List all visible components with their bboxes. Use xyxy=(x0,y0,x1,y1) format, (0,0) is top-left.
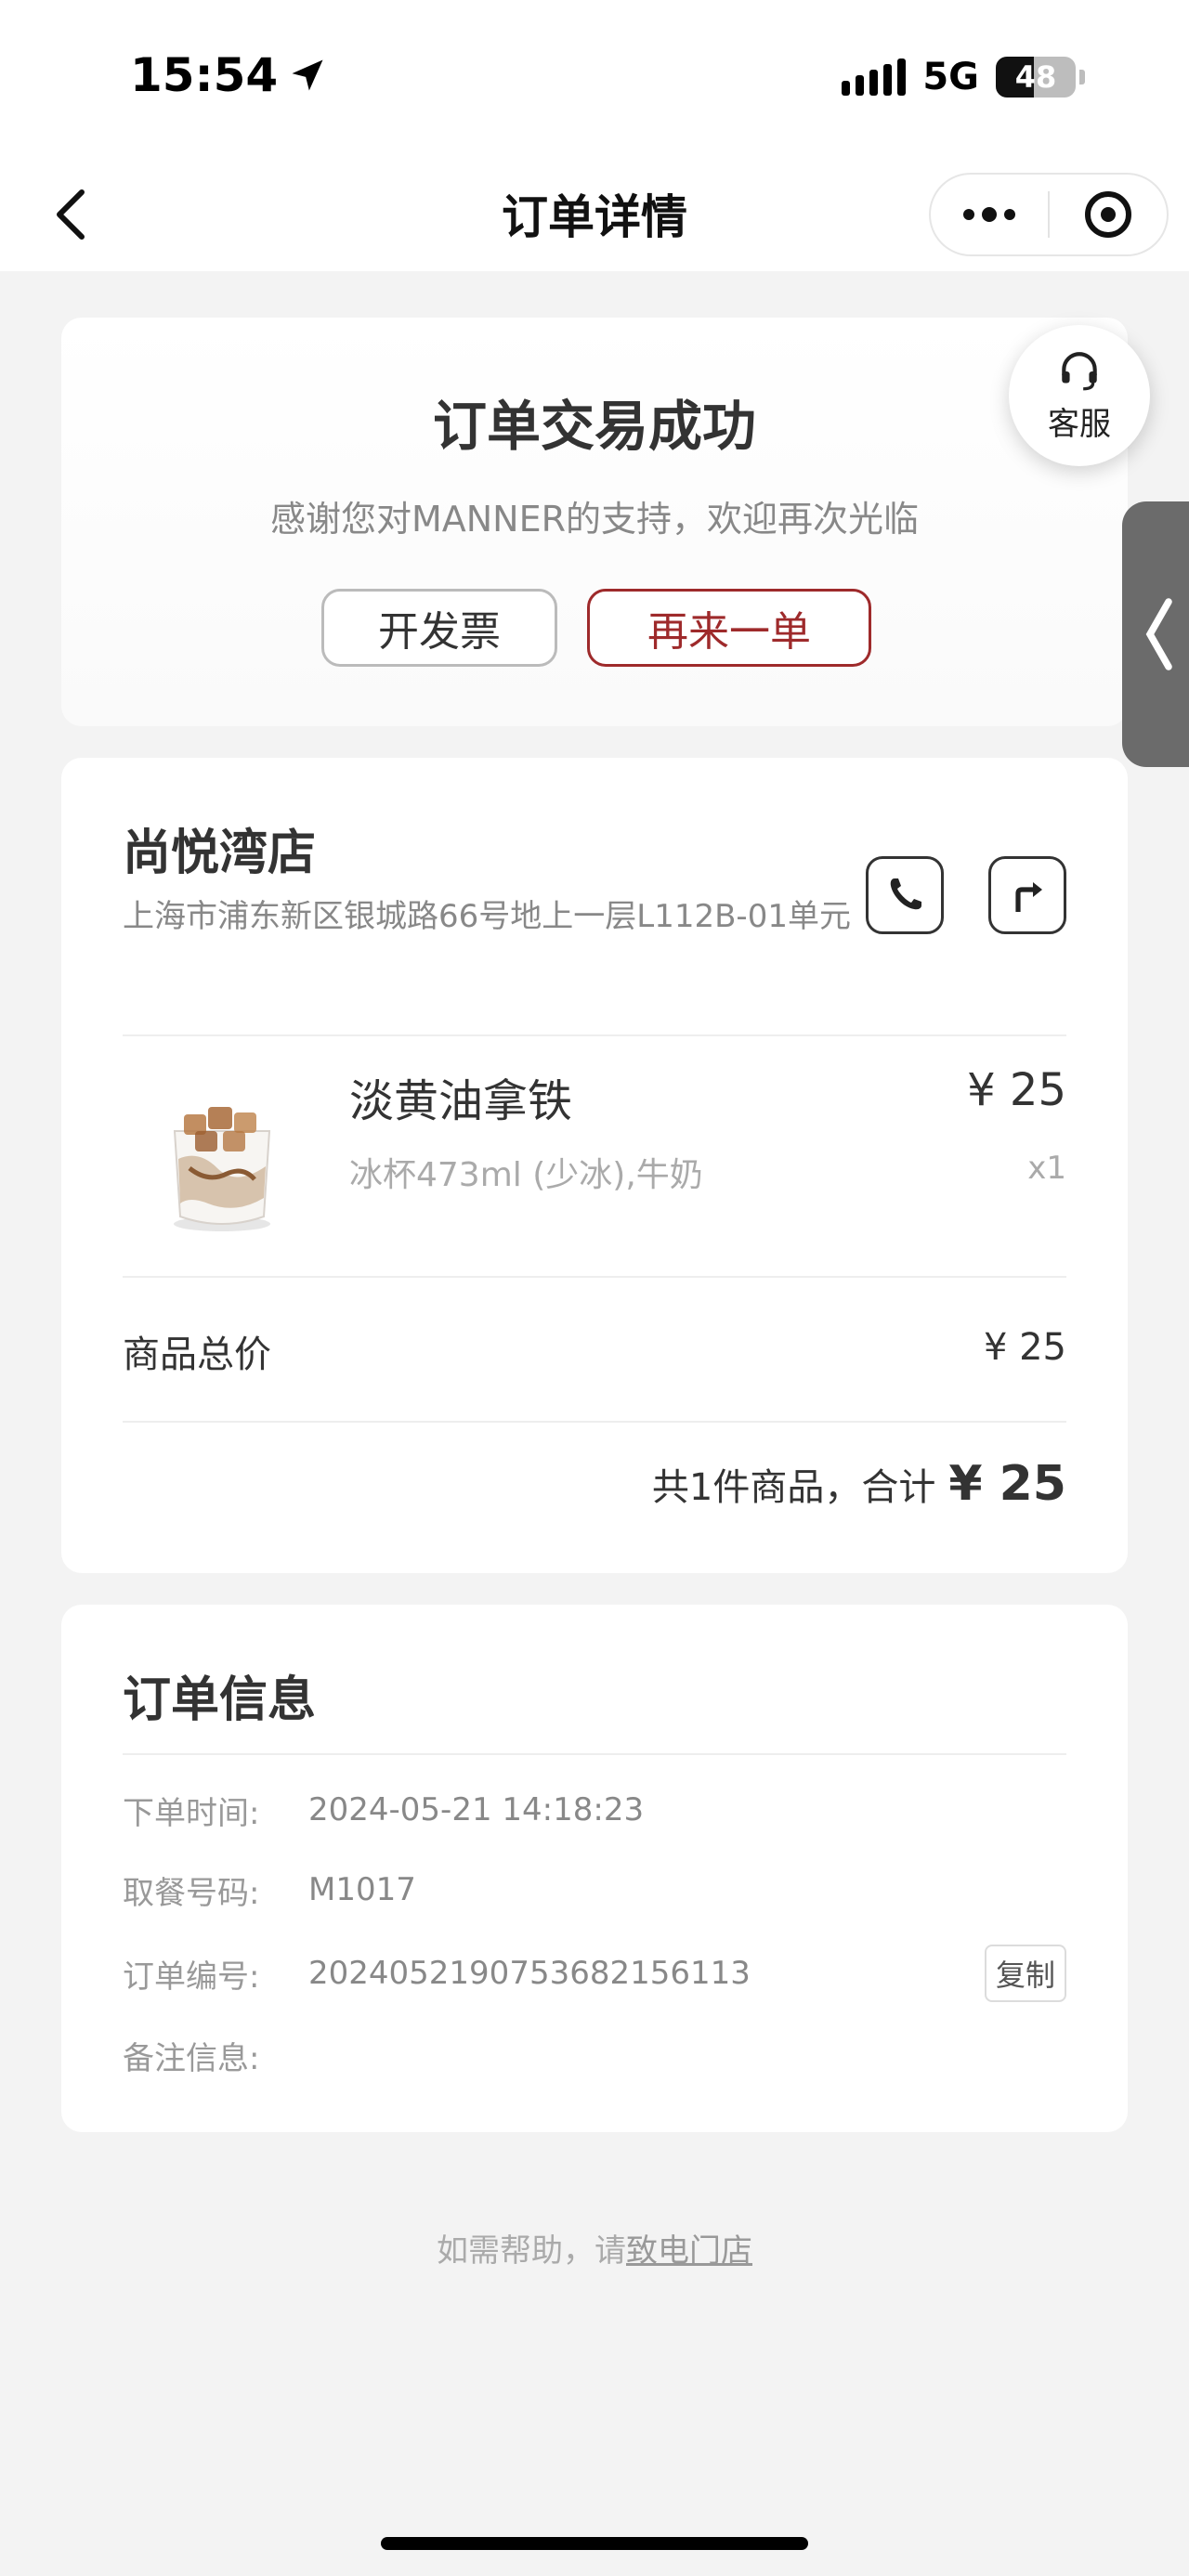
total-row: 共1件商品，合计 ¥ 25 xyxy=(652,1456,1066,1512)
product-price: ¥ 25 xyxy=(967,1064,1066,1116)
divider xyxy=(123,1034,1066,1036)
product-quantity: x1 xyxy=(1027,1150,1066,1187)
chevron-left-icon xyxy=(1145,598,1172,670)
info-row-order-number: 订单编号: 2024052190753682156113 复制 xyxy=(123,1941,1066,2006)
mini-program-capsule xyxy=(929,173,1169,256)
total-text: 共1件商品，合计 xyxy=(651,1466,936,1509)
store-address: 上海市浦东新区银城路66号地上一层L112B-01单元 xyxy=(123,898,851,935)
invoice-button[interactable]: 开发票 xyxy=(321,589,557,667)
store-name: 尚悦湾店 xyxy=(123,826,317,881)
reorder-button[interactable]: 再来一单 xyxy=(587,589,871,667)
customer-service-button[interactable]: 客服 xyxy=(1009,325,1150,466)
info-value: M1017 xyxy=(308,1871,416,1908)
subtotal-label: 商品总价 xyxy=(123,1334,271,1376)
divider xyxy=(123,1753,1066,1755)
copy-button[interactable]: 复制 xyxy=(984,1945,1066,2002)
location-arrow-icon xyxy=(292,59,323,91)
call-store-button[interactable] xyxy=(866,856,944,934)
directions-icon xyxy=(1015,882,1042,912)
info-value: 2024-05-21 14:18:23 xyxy=(308,1791,645,1828)
battery-tip xyxy=(1079,70,1085,85)
order-info-title: 订单信息 xyxy=(123,1672,317,1728)
order-card: 尚悦湾店 上海市浦东新区银城路66号地上一层L112B-01单元 淡黄油拿铁 冰… xyxy=(61,758,1128,1573)
help-row: 如需帮助，请致电门店 xyxy=(0,2225,1189,2270)
order-status-card: 订单交易成功 感谢您对MANNER的支持，欢迎再次光临 开发票 再来一单 xyxy=(61,318,1128,726)
info-row-pickup-number: 取餐号码: M1017 xyxy=(123,1857,1066,1922)
status-time: 15:54 xyxy=(130,48,328,102)
status-time-text: 15:54 xyxy=(130,48,279,102)
phone-icon xyxy=(890,878,921,910)
status-indicators: 5G 48 xyxy=(842,56,1085,98)
help-prefix: 如需帮助，请 xyxy=(437,2232,626,2270)
nav-bar: 订单详情 xyxy=(0,158,1189,271)
product-spec: 冰杯473ml (少冰),牛奶 xyxy=(349,1156,703,1194)
side-drawer-handle[interactable] xyxy=(1122,501,1189,767)
info-row-order-time: 下单时间: 2024-05-21 14:18:23 xyxy=(123,1777,1066,1842)
more-dots-icon xyxy=(963,207,1015,222)
customer-service-label: 客服 xyxy=(1048,405,1111,443)
info-label: 订单编号: xyxy=(123,1958,260,1996)
product-name: 淡黄油拿铁 xyxy=(349,1075,573,1127)
close-mini-program-button[interactable] xyxy=(1050,175,1167,254)
info-value: 2024052190753682156113 xyxy=(308,1955,751,1992)
more-button[interactable] xyxy=(931,175,1048,254)
info-label: 取餐号码: xyxy=(123,1874,260,1912)
total-value: ¥ 25 xyxy=(948,1456,1066,1512)
home-indicator[interactable] xyxy=(381,2537,808,2550)
status-bar: 15:54 5G 48 xyxy=(0,0,1189,158)
signal-icon xyxy=(842,59,907,96)
info-label: 备注信息: xyxy=(123,2039,260,2077)
info-row-remarks: 备注信息: xyxy=(123,2023,1066,2088)
target-icon xyxy=(1084,191,1131,238)
divider xyxy=(123,1276,1066,1278)
network-label: 5G xyxy=(922,56,979,98)
divider xyxy=(123,1421,1066,1423)
info-label: 下单时间: xyxy=(123,1794,260,1832)
navigate-store-button[interactable] xyxy=(988,856,1066,934)
battery-icon: 48 xyxy=(996,57,1076,98)
order-status-subtitle: 感谢您对MANNER的支持，欢迎再次光临 xyxy=(269,499,920,540)
headset-icon xyxy=(1062,351,1097,390)
subtotal-value: ¥ 25 xyxy=(983,1326,1066,1369)
battery-level: 48 xyxy=(1014,59,1057,95)
order-info-card: 订单信息 下单时间: 2024-05-21 14:18:23 取餐号码: M10… xyxy=(61,1605,1128,2132)
product-image xyxy=(173,1107,271,1231)
order-status-title: 订单交易成功 xyxy=(432,395,756,458)
call-store-link[interactable]: 致电门店 xyxy=(626,2232,752,2270)
